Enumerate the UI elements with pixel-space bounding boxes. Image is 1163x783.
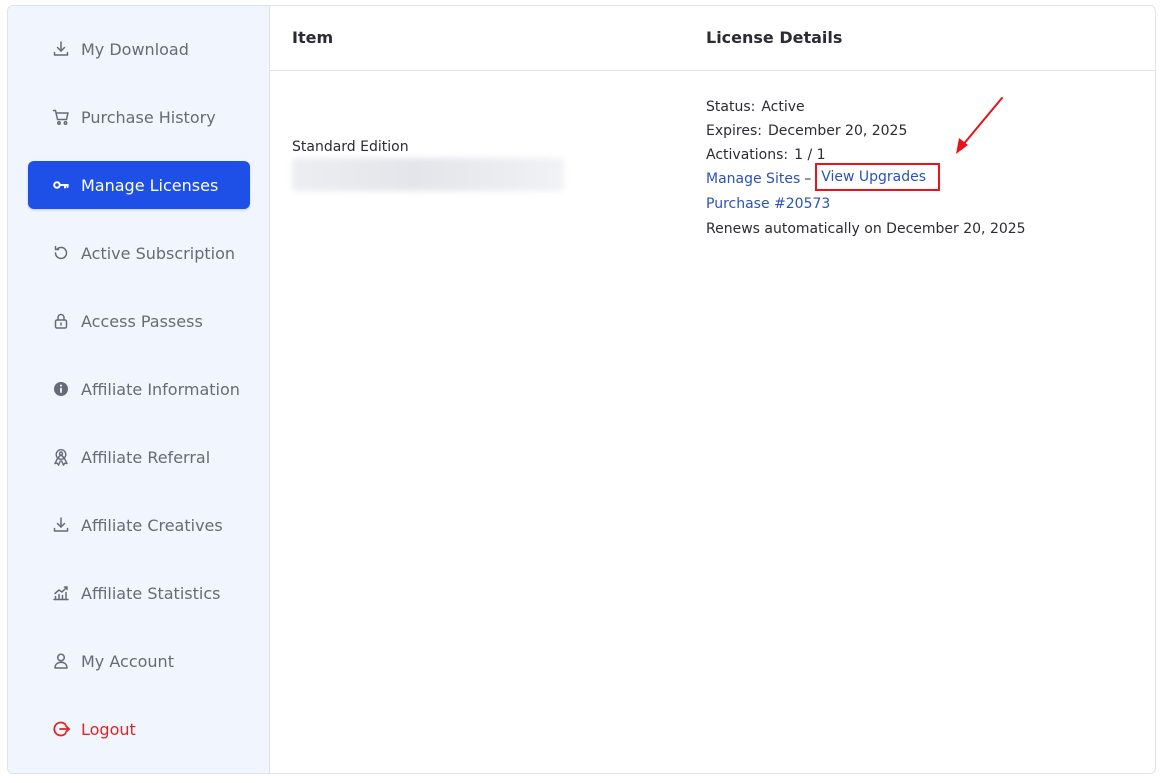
sidebar-item-my-account[interactable]: My Account: [28, 637, 250, 685]
sidebar-item-affiliate-statistics[interactable]: Affiliate Statistics: [28, 569, 250, 617]
sidebar-item-label: Access Passess: [81, 311, 203, 331]
sidebar-item-purchase-history[interactable]: Purchase History: [28, 93, 250, 141]
sidebar-item-label: Logout: [81, 719, 136, 739]
item-name: Standard Edition: [292, 139, 409, 155]
account-panel: My Download Purchase History Manage Lice…: [7, 5, 1156, 774]
column-header-license-details: License Details: [706, 28, 843, 47]
license-key-blurred: [292, 158, 564, 191]
sidebar-item-active-subscription[interactable]: Active Subscription: [28, 229, 250, 277]
referral-icon: [52, 448, 70, 466]
sidebar: My Download Purchase History Manage Lice…: [8, 6, 270, 773]
view-upgrades-link[interactable]: View Upgrades: [821, 169, 926, 185]
manage-sites-link[interactable]: Manage Sites: [706, 171, 800, 187]
annotation-highlight-box: View Upgrades: [815, 163, 941, 191]
column-header-item: Item: [292, 28, 334, 47]
sidebar-item-affiliate-creatives[interactable]: Affiliate Creatives: [28, 501, 250, 549]
annotation-arrow: [956, 97, 1003, 154]
sidebar-item-affiliate-information[interactable]: Affiliate Information: [28, 365, 250, 413]
sidebar-item-label: Active Subscription: [81, 243, 235, 263]
download-icon: [52, 516, 70, 534]
activations-label: Activations:: [706, 147, 789, 163]
sidebar-item-access-passess[interactable]: Access Passess: [28, 297, 250, 345]
purchase-line: Purchase #20573: [706, 192, 1026, 216]
key-icon: [52, 176, 70, 194]
user-icon: [52, 652, 70, 670]
status-label: Status:: [706, 99, 756, 115]
sidebar-item-label: Affiliate Creatives: [81, 515, 223, 535]
purchase-link[interactable]: Purchase #20573: [706, 196, 830, 212]
separator: –: [804, 171, 812, 187]
sidebar-item-label: Manage Licenses: [81, 175, 219, 195]
stats-icon: [52, 584, 70, 602]
sidebar-item-logout[interactable]: Logout: [28, 705, 250, 753]
sidebar-item-my-download[interactable]: My Download: [28, 25, 250, 73]
sidebar-item-label: My Download: [81, 39, 189, 59]
lock-icon: [52, 312, 70, 330]
expires-value: December 20, 2025: [767, 123, 908, 139]
sidebar-item-label: My Account: [81, 651, 174, 671]
info-icon: [52, 380, 70, 398]
sidebar-item-manage-licenses[interactable]: Manage Licenses: [28, 161, 250, 209]
expires-label: Expires:: [706, 123, 762, 139]
sidebar-item-affiliate-referral[interactable]: Affiliate Referral: [28, 433, 250, 481]
status-value: Active: [761, 99, 805, 115]
sidebar-item-label: Affiliate Referral: [81, 447, 211, 467]
licenses-table: Item License Details Standard Edition St…: [270, 6, 1155, 773]
sidebar-item-label: Affiliate Information: [81, 379, 240, 399]
cart-icon: [52, 108, 70, 126]
sidebar-item-label: Affiliate Statistics: [81, 583, 221, 603]
table-header: Item License Details: [270, 6, 1155, 71]
refresh-icon: [52, 244, 70, 262]
logout-icon: [52, 720, 70, 738]
download-icon: [52, 40, 70, 58]
actions-line: Manage Sites – View Upgrades: [706, 163, 1026, 191]
renews-line: Renews automatically on December 20, 202…: [706, 221, 1026, 237]
activations-value: 1 / 1: [794, 147, 826, 163]
sidebar-item-label: Purchase History: [81, 107, 216, 127]
